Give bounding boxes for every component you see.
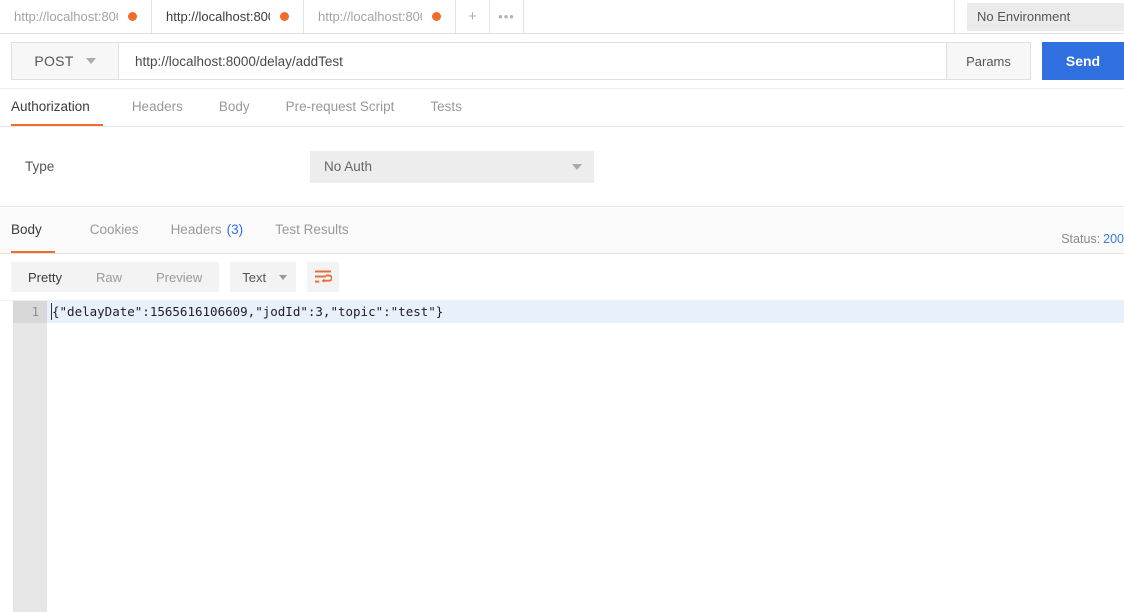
line-number: 1 (13, 301, 47, 323)
request-tab-label: http://localhost:800 (14, 9, 118, 24)
request-tab-1[interactable]: http://localhost:800 (0, 0, 152, 33)
status-indicator: Status: 200 (1061, 232, 1124, 246)
request-tab-strip: http://localhost:800 http://localhost:80… (0, 0, 1124, 34)
response-tab-label: Headers (170, 222, 222, 237)
http-method-selector[interactable]: POST (11, 42, 119, 80)
word-wrap-icon (314, 270, 332, 283)
editor-left-edge (0, 301, 13, 612)
tab-authorization[interactable]: Authorization (11, 89, 103, 126)
tab-options-icon[interactable]: ••• (490, 0, 524, 33)
request-tab-3[interactable]: http://localhost:800 (304, 0, 456, 33)
response-tab-label: Test Results (275, 222, 349, 237)
params-button[interactable]: Params (947, 42, 1031, 80)
environment-area: No Environment (955, 0, 1124, 33)
view-mode-pretty[interactable]: Pretty (11, 262, 79, 292)
response-tab-body[interactable]: Body (11, 208, 55, 253)
response-tab-cookies[interactable]: Cookies (77, 208, 152, 253)
headers-count-badge: (3) (226, 222, 244, 237)
auth-type-value: No Auth (324, 159, 373, 174)
url-input[interactable]: http://localhost:8000/delay/addTest (119, 42, 947, 80)
view-mode-group: Pretty Raw Preview (11, 262, 220, 292)
view-mode-raw[interactable]: Raw (79, 262, 139, 292)
auth-type-selector[interactable]: No Auth (310, 150, 594, 183)
chevron-down-icon (85, 58, 96, 64)
chevron-down-icon (572, 163, 582, 170)
response-tab-label: Cookies (89, 222, 139, 237)
response-format-value: Text (242, 269, 267, 285)
response-tab-label: Body (11, 222, 42, 237)
http-method-label: POST (34, 53, 74, 69)
editor-gutter: 1 (13, 301, 47, 612)
response-format-selector[interactable]: Text (230, 262, 297, 292)
response-body-editor[interactable]: 1 {"delayDate":1565616106609,"jodId":3,"… (0, 300, 1124, 612)
chevron-down-icon (279, 274, 288, 280)
status-code: 200 (1103, 232, 1124, 246)
request-tab-2[interactable]: http://localhost:800 (152, 0, 304, 33)
request-section-tabs: Authorization Headers Body Pre-request S… (0, 89, 1124, 127)
editor-code-area[interactable]: {"delayDate":1565616106609,"jodId":3,"to… (47, 301, 1124, 612)
tab-tests[interactable]: Tests (417, 89, 475, 126)
tab-pre-request-script[interactable]: Pre-request Script (273, 89, 408, 126)
response-tab-headers[interactable]: Headers (3) (158, 208, 257, 253)
tab-strip-spacer (524, 0, 955, 33)
unsaved-dot-icon[interactable] (280, 12, 289, 21)
request-tab-label: http://localhost:800 (318, 9, 422, 24)
word-wrap-button[interactable] (307, 262, 340, 292)
view-mode-preview[interactable]: Preview (139, 262, 219, 292)
auth-type-label: Type (25, 159, 55, 174)
response-tab-test-results[interactable]: Test Results (262, 208, 362, 253)
response-body-line: {"delayDate":1565616106609,"jodId":3,"to… (47, 301, 1124, 323)
text-caret (51, 303, 52, 320)
url-bar: POST http://localhost:8000/delay/addTest… (0, 34, 1124, 89)
response-body-toolbar: Pretty Raw Preview Text (0, 254, 1124, 300)
authorization-panel: Type No Auth (0, 127, 1124, 207)
response-section-tabs: Body Cookies Headers (3) Test Results St… (0, 208, 1124, 254)
unsaved-dot-icon[interactable] (432, 12, 441, 21)
send-button[interactable]: Send (1042, 42, 1124, 80)
request-tab-label: http://localhost:800 (166, 9, 270, 24)
postman-window: http://localhost:800 http://localhost:80… (0, 0, 1124, 612)
unsaved-dot-icon[interactable] (128, 12, 137, 21)
new-tab-button[interactable]: + (456, 0, 490, 33)
tab-headers[interactable]: Headers (119, 89, 196, 126)
tab-body[interactable]: Body (206, 89, 263, 126)
status-label: Status: (1061, 232, 1101, 246)
environment-selector[interactable]: No Environment (967, 2, 1124, 31)
